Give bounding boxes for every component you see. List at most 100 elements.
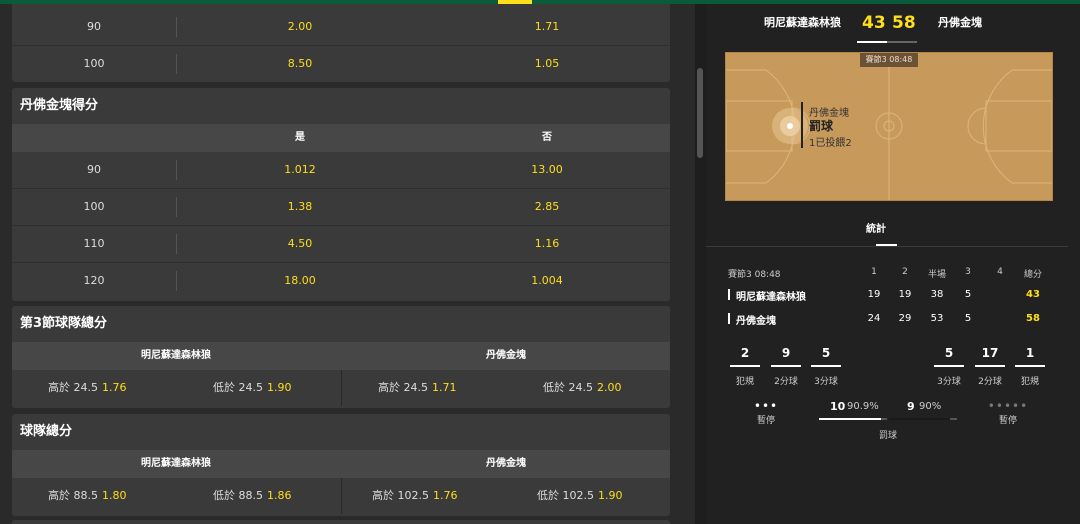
market-row: 100 1.38 2.85 — [12, 188, 670, 225]
home-timeouts-label: 暫停 — [756, 416, 776, 426]
score-underline — [887, 41, 917, 43]
odds-value: 1.80 — [102, 489, 127, 502]
yes-header: 是 — [295, 132, 305, 143]
home-score: 43 — [862, 13, 886, 33]
away-q3: 5 — [964, 313, 972, 324]
market-title[interactable]: 第3節球隊總分 — [12, 306, 670, 342]
away-score: 58 — [892, 13, 916, 33]
odds-value: 1.86 — [267, 489, 292, 502]
away-ft-fill — [889, 418, 950, 420]
market-card-previous: 90 2.00 1.71 100 8.50 1.05 — [12, 4, 670, 82]
line-label: 120 — [83, 274, 105, 287]
away-2pt-value: 17 — [981, 346, 999, 360]
team-color-bar — [728, 313, 730, 324]
odds-cell[interactable]: 低於 102.5 1.90 — [537, 478, 623, 514]
odds-value: 1.90 — [267, 381, 292, 394]
away-3pt-value: 5 — [944, 346, 954, 360]
odds-yes[interactable]: 1.38 — [288, 189, 313, 225]
odds-cell[interactable]: 低於 88.5 1.86 — [213, 478, 292, 514]
away-team-name: 丹佛金塊 — [938, 16, 982, 29]
ft-label: 罰球 — [878, 431, 898, 441]
market-header: 是 否 — [12, 124, 670, 152]
home-q1: 19 — [867, 289, 881, 300]
court-lines — [725, 53, 1053, 200]
home-2pt-value: 9 — [781, 346, 791, 360]
market-header: 明尼蘇達森林狼 丹佛金塊 — [12, 342, 670, 370]
home-timeouts-dots: ••• — [753, 399, 779, 413]
market-row: 120 18.00 1.004 — [12, 262, 670, 299]
odds-value: 2.00 — [597, 381, 622, 394]
away-fouls-label: 犯規 — [1020, 377, 1040, 387]
line-label: 110 — [83, 237, 105, 250]
line-label: 100 — [83, 200, 105, 213]
odds-cell[interactable]: 高於 88.5 1.80 — [48, 478, 127, 514]
home-ft-made: 10 — [830, 400, 846, 413]
odds-value: 1.90 — [598, 489, 623, 502]
home-team-name: 明尼蘇達森林狼 — [764, 16, 841, 29]
market-row: 90 2.00 1.71 — [12, 9, 670, 45]
odds-no[interactable]: 1.16 — [535, 226, 560, 262]
line-label: 90 — [87, 163, 101, 176]
odds-value: 1.76 — [433, 489, 458, 502]
home-q2: 19 — [898, 289, 912, 300]
market-row: 90 1.012 13.00 — [12, 152, 670, 188]
odds-yes[interactable]: 1.012 — [284, 152, 316, 188]
no-header: 否 — [542, 132, 552, 143]
team1-header: 明尼蘇達森林狼 — [141, 458, 211, 469]
home-half: 38 — [930, 289, 944, 300]
team2-header: 丹佛金塊 — [486, 458, 526, 469]
away-ft-pct: 90% — [919, 401, 942, 412]
odds-cell[interactable]: 低於 24.5 1.90 — [213, 370, 292, 406]
market-title[interactable]: 丹佛金塊得分 — [12, 88, 670, 124]
away-team-row-name: 丹佛金塊 — [736, 316, 776, 327]
market-title[interactable]: 球隊總分 — [12, 414, 670, 450]
col-q1: 1 — [871, 267, 877, 277]
odds-over[interactable]: 2.00 — [288, 9, 313, 45]
market-header: 明尼蘇達森林狼 丹佛金塊 — [12, 450, 670, 478]
away-half: 53 — [930, 313, 944, 324]
odds-cell[interactable]: 高於 102.5 1.76 — [372, 478, 458, 514]
odds-yes[interactable]: 4.50 — [288, 226, 313, 262]
market-row: 100 8.50 1.05 — [12, 45, 670, 82]
home-q3: 5 — [964, 289, 972, 300]
market-card-next — [12, 520, 670, 524]
team-color-bar — [728, 289, 730, 300]
away-fouls-value: 1 — [1025, 346, 1035, 360]
odds-over[interactable]: 8.50 — [288, 46, 313, 82]
odds-no[interactable]: 2.85 — [535, 189, 560, 225]
odds-no[interactable]: 1.004 — [531, 263, 563, 299]
home-3pt-value: 5 — [821, 346, 831, 360]
away-q1: 24 — [867, 313, 881, 324]
market-card-nuggets-points: 丹佛金塊得分 是 否 90 1.012 13.00 100 1.38 2.85 … — [12, 88, 670, 301]
odds-cell[interactable]: 高於 24.5 1.76 — [48, 370, 127, 406]
scrollbar-thumb[interactable] — [697, 68, 703, 158]
score-underline — [857, 41, 887, 43]
team1-header: 明尼蘇達森林狼 — [141, 350, 211, 361]
away-total: 58 — [1026, 313, 1040, 324]
odds-cell[interactable]: 高於 24.5 1.71 — [378, 370, 457, 406]
odds-value: 1.71 — [432, 381, 457, 394]
event-detail: 1已投餵2 — [809, 138, 852, 149]
market-card-q3-team-total: 第3節球隊總分 明尼蘇達森林狼 丹佛金塊 高於 24.5 1.76 低於 24.5… — [12, 306, 670, 408]
col-q4: 4 — [997, 267, 1003, 277]
market-row: 110 4.50 1.16 — [12, 225, 670, 262]
odds-yes[interactable]: 18.00 — [284, 263, 316, 299]
col-total: 總分 — [1023, 270, 1043, 280]
col-half: 半場 — [927, 270, 947, 280]
odds-no[interactable]: 13.00 — [531, 152, 563, 188]
odds-value: 1.76 — [102, 381, 127, 394]
home-2pt-label: 2分球 — [774, 377, 798, 387]
event-type: 罰球 — [809, 119, 834, 133]
line-label: 100 — [83, 57, 105, 70]
away-2pt-label: 2分球 — [978, 377, 1002, 387]
home-ft-pct: 90.9% — [847, 401, 879, 412]
period-label: 賽節3 08:48 — [728, 270, 781, 280]
odds-under[interactable]: 1.05 — [535, 46, 560, 82]
tab-stats[interactable]: 統計 — [866, 220, 886, 235]
markets-pane: 90 2.00 1.71 100 8.50 1.05 丹佛金塊得分 是 否 90… — [0, 4, 695, 524]
home-fouls-value: 2 — [740, 346, 750, 360]
market-card-team-total: 球隊總分 明尼蘇達森林狼 丹佛金塊 高於 88.5 1.80 低於 88.5 1.8… — [12, 414, 670, 516]
odds-under[interactable]: 1.71 — [535, 9, 560, 45]
home-team-row-name: 明尼蘇達森林狼 — [736, 292, 806, 303]
odds-cell[interactable]: 低於 24.5 2.00 — [543, 370, 622, 406]
